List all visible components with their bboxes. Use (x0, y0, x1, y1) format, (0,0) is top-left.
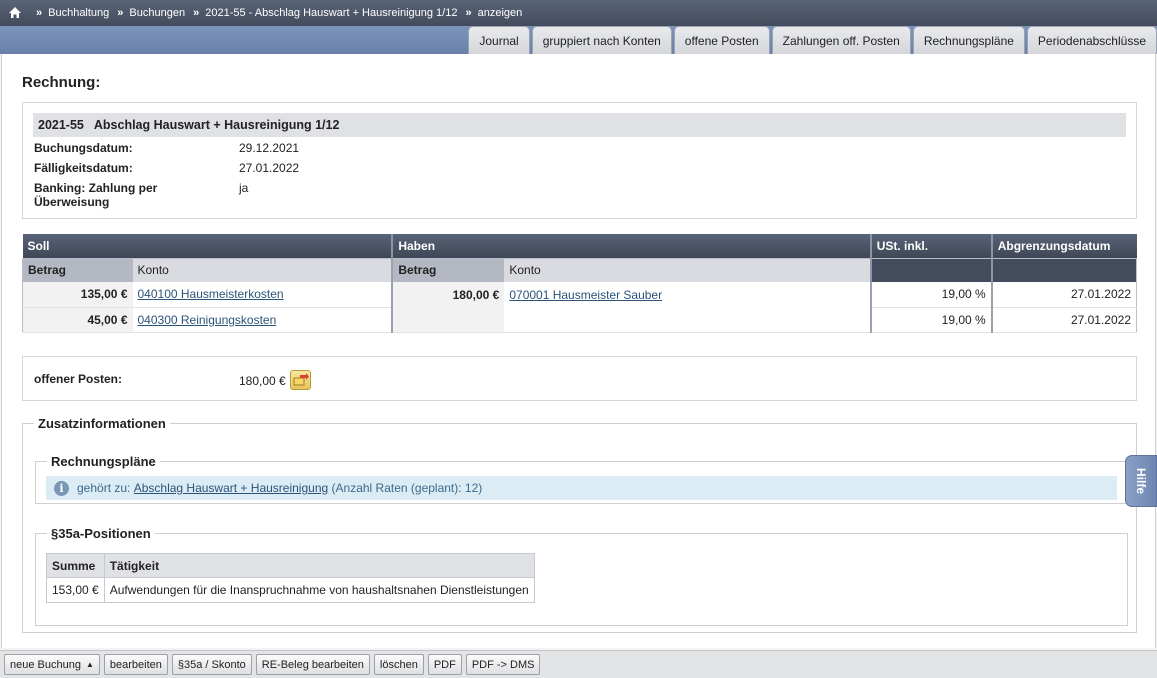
soll-account-link[interactable]: 040300 Reinigungskosten (138, 313, 277, 327)
invoice-plans-section: Rechnungspläne i gehört zu: Abschlag Hau… (35, 454, 1128, 504)
breadcrumb-separator: » (36, 7, 43, 19)
invoice-plan-link[interactable]: Abschlag Hauswart + Hausreinigung (134, 481, 328, 495)
vat-value: 19,00 % (870, 307, 992, 333)
s35a-activity-header: Tätigkeit (103, 553, 535, 578)
s35a-table: Summe Tätigkeit 153,00 € Aufwendungen fü… (46, 553, 535, 603)
invoice-title: Abschlag Hauswart + Hausreinigung 1/12 (93, 118, 340, 132)
soll-header: Soll (22, 234, 393, 258)
info-icon: i (54, 480, 69, 496)
soll-amount: 135,00 € (22, 282, 133, 308)
tab-open-items[interactable]: offene Posten (673, 26, 770, 54)
table-row: 135,00 € 040100 Hausmeisterkosten 180,00… (22, 282, 1137, 333)
page-title: Rechnung: (22, 74, 101, 91)
tab-grouped-by-accounts[interactable]: gruppiert nach Konten (531, 26, 672, 54)
booking-date-label: Buchungsdatum: (34, 141, 133, 155)
invoice-details: 2021-55 Abschlag Hauswart + Hausreinigun… (22, 102, 1137, 219)
soll-konto-header: Konto (132, 258, 393, 282)
new-booking-label: neue Buchung (10, 658, 81, 671)
soll-account-cell: 040100 Hausmeisterkosten (132, 282, 393, 308)
booking-table: Soll Haben USt. inkl. Abgrenzungsdatum B… (22, 234, 1137, 333)
main-content: Rechnung: 2021-55 Abschlag Hauswart + Ha… (1, 54, 1156, 648)
breadcrumb: » Buchhaltung » Buchungen » 2021-55 - Ab… (0, 0, 1157, 26)
caret-up-icon: ▲ (85, 660, 94, 669)
payment-transfer-icon[interactable] (290, 370, 311, 390)
s35a-skonto-button[interactable]: §35a / Skonto (171, 654, 252, 675)
ust-header: USt. inkl. (869, 234, 992, 258)
soll-account-cell: 040300 Reinigungskosten (132, 307, 393, 333)
vat-value: 19,00 % (870, 282, 992, 308)
breadcrumb-item-booking[interactable]: 2021-55 - Abschlag Hauswart + Hausreinig… (205, 7, 457, 19)
invoice-plan-info: i gehört zu: Abschlag Hauswart + Hausrei… (46, 476, 1117, 500)
breadcrumb-item-buchungen[interactable]: Buchungen (129, 7, 185, 19)
help-tab[interactable]: Hilfe (1125, 455, 1157, 507)
tab-period-closings[interactable]: Periodenabschlüsse (1026, 26, 1157, 54)
edit-receipt-button[interactable]: RE-Beleg bearbeiten (255, 654, 370, 675)
plan-suffix: (Anzahl Raten (geplant): 12) (331, 481, 483, 495)
pdf-button[interactable]: PDF (427, 654, 462, 675)
banking-value: ja (239, 181, 249, 195)
abgrenzung-subheader (990, 258, 1137, 282)
accrual-date: 27.01.2022 (990, 307, 1137, 333)
banking-label: Banking: Zahlung per Überweisung (34, 181, 157, 209)
tab-bar: Journal gruppiert nach Konten offene Pos… (0, 26, 1157, 54)
s35a-legend: §35a-Positionen (51, 526, 151, 541)
banking-label-line1: Banking: Zahlung per (34, 181, 158, 195)
breadcrumb-separator: » (465, 7, 472, 19)
banking-label-line2: Überweisung (34, 195, 110, 209)
s35a-sum-header: Summe (46, 553, 105, 578)
breadcrumb-separator: » (117, 7, 124, 19)
additional-info: Zusatzinformationen Rechnungspläne i geh… (22, 416, 1137, 633)
s35a-section: §35a-Positionen Summe Tätigkeit 153,00 €… (35, 526, 1128, 626)
pdf-to-dms-button[interactable]: PDF -> DMS (465, 654, 541, 675)
tab-journal[interactable]: Journal (468, 26, 530, 54)
edit-button[interactable]: bearbeiten (103, 654, 168, 675)
home-icon[interactable] (8, 6, 22, 20)
help-label: Hilfe (1133, 467, 1148, 495)
haben-amount: 180,00 € (391, 282, 505, 333)
invoice-header: 2021-55 Abschlag Hauswart + Hausreinigun… (33, 113, 1126, 137)
additional-info-legend: Zusatzinformationen (38, 416, 166, 431)
haben-account-link[interactable]: 070001 Hausmeister Sauber (509, 288, 662, 302)
soll-account-link[interactable]: 040100 Hausmeisterkosten (138, 287, 284, 301)
haben-konto-header: Konto (504, 258, 871, 282)
accrual-date: 27.01.2022 (990, 282, 1137, 308)
tab-invoice-plans[interactable]: Rechnungspläne (912, 26, 1025, 54)
haben-betrag-header: Betrag (391, 258, 505, 282)
abgrenzung-header: Abgrenzungsdatum (990, 234, 1137, 258)
breadcrumb-separator: » (193, 7, 200, 19)
soll-amount: 45,00 € (22, 307, 133, 333)
due-date-value: 27.01.2022 (239, 161, 300, 175)
open-item-value: 180,00 € (239, 374, 286, 388)
haben-account-cell: 070001 Hausmeister Sauber (504, 282, 872, 333)
breadcrumb-item-buchhaltung[interactable]: Buchhaltung (48, 7, 109, 19)
haben-header: Haben (391, 234, 871, 258)
action-toolbar: neue Buchung ▲ bearbeiten §35a / Skonto … (0, 650, 1157, 678)
soll-betrag-header: Betrag (22, 258, 133, 282)
due-date-label: Fälligkeitsdatum: (34, 161, 133, 175)
new-booking-button[interactable]: neue Buchung ▲ (4, 654, 100, 675)
invoice-number: 2021-55 (38, 118, 84, 132)
open-item-box: offener Posten: 180,00 € (22, 356, 1137, 401)
s35a-sum: 153,00 € (46, 577, 105, 603)
ust-subheader (869, 258, 992, 282)
s35a-activity: Aufwendungen für die Inanspruchnahme von… (103, 577, 535, 603)
booking-date-value: 29.12.2021 (239, 141, 300, 155)
plan-prefix: gehört zu: (77, 481, 131, 495)
delete-button[interactable]: löschen (373, 654, 424, 675)
invoice-plans-legend: Rechnungspläne (51, 454, 156, 469)
table-row: 153,00 € Aufwendungen für die Inanspruch… (46, 577, 535, 603)
breadcrumb-item-current: anzeigen (477, 7, 523, 19)
tab-payments-open-items[interactable]: Zahlungen off. Posten (771, 26, 911, 54)
open-item-label: offener Posten: (34, 372, 123, 386)
